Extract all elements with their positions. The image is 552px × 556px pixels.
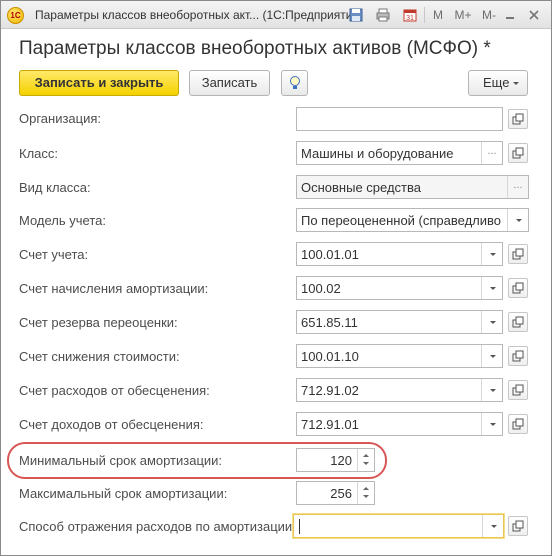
spinner-icon[interactable] — [357, 449, 374, 471]
class-value: Машины и оборудование — [301, 146, 454, 161]
max-useful-life-value: 256 — [330, 486, 352, 501]
impairment-account-label: Счет снижения стоимости: — [19, 349, 180, 364]
impairment-expense-account-field[interactable]: 712.91.02 — [296, 378, 503, 402]
min-useful-life-label: Минимальный срок амортизации: — [19, 453, 223, 468]
open-impairment-account-button[interactable] — [508, 346, 528, 366]
select-ellipsis-icon[interactable]: ... — [481, 142, 502, 164]
select-ellipsis-icon: ... — [507, 176, 528, 198]
memory-button[interactable]: M — [431, 5, 445, 25]
account-value: 100.01.01 — [301, 247, 359, 262]
form-window: 1C Параметры классов внеоборотных акт...… — [0, 0, 552, 556]
chevron-down-icon[interactable] — [481, 311, 502, 333]
chevron-down-icon — [513, 82, 519, 85]
chevron-down-icon[interactable] — [481, 243, 502, 265]
depreciation-account-label: Счет начисления амортизации: — [19, 281, 209, 296]
save-and-close-button[interactable]: Записать и закрыть — [19, 70, 179, 96]
hint-button[interactable] — [281, 70, 308, 96]
depreciation-account-field[interactable]: 100.02 — [296, 276, 503, 300]
open-revaluation-reserve-account-button[interactable] — [508, 312, 528, 332]
account-label: Счет учета: — [19, 247, 89, 262]
open-icon — [512, 350, 524, 362]
window-title: Параметры классов внеоборотных акт... (1… — [35, 8, 364, 22]
close-button[interactable] — [525, 5, 543, 25]
impairment-expense-account-value: 712.91.02 — [301, 383, 359, 398]
class-field[interactable]: Машины и оборудование ... — [296, 141, 503, 165]
calendar-icon[interactable]: 31 — [401, 5, 419, 25]
depreciation-expense-method-field[interactable] — [293, 514, 504, 538]
class-label: Класс: — [19, 146, 58, 161]
open-class-button[interactable] — [508, 143, 528, 163]
chevron-down-icon[interactable] — [507, 209, 528, 231]
revaluation-reserve-account-label: Счет резерва переоценки: — [19, 315, 178, 330]
impairment-expense-account-label: Счет расходов от обесценения: — [19, 383, 210, 398]
open-icon — [512, 113, 524, 125]
save-icon[interactable] — [347, 5, 365, 25]
open-icon — [512, 147, 524, 159]
chevron-down-icon[interactable] — [481, 277, 502, 299]
revaluation-reserve-account-field[interactable]: 651.85.11 — [296, 310, 503, 334]
svg-text:31: 31 — [406, 15, 414, 22]
accounting-model-label: Модель учета: — [19, 213, 106, 228]
class-kind-label: Вид класса: — [19, 180, 91, 195]
chevron-down-icon[interactable] — [481, 379, 502, 401]
impairment-income-account-value: 712.91.01 — [301, 417, 359, 432]
chevron-down-icon[interactable] — [481, 413, 502, 435]
max-useful-life-input[interactable]: 256 — [296, 481, 375, 505]
max-useful-life-label: Максимальный срок амортизации: — [19, 486, 228, 501]
accounting-model-value: По переоцененной (справедливой — [301, 213, 501, 228]
title-bar: 1C Параметры классов внеоборотных акт...… — [1, 1, 551, 29]
chevron-down-icon[interactable] — [481, 345, 502, 367]
depreciation-expense-method-label: Способ отражения расходов по амортизации… — [19, 519, 296, 534]
text-cursor — [299, 519, 300, 534]
1c-logo-icon: 1C — [7, 7, 24, 24]
open-impairment-income-account-button[interactable] — [508, 414, 528, 434]
print-icon[interactable] — [374, 5, 392, 25]
class-kind-value: Основные средства — [301, 180, 421, 195]
open-depreciation-account-button[interactable] — [508, 278, 528, 298]
spinner-icon[interactable] — [357, 482, 374, 504]
open-depreciation-expense-method-button[interactable] — [508, 516, 528, 536]
chevron-down-icon[interactable] — [482, 515, 503, 537]
open-organization-button[interactable] — [508, 109, 528, 129]
revaluation-reserve-account-value: 651.85.11 — [301, 315, 358, 330]
open-icon — [512, 384, 524, 396]
form-title: Параметры классов внеоборотных активов (… — [19, 38, 491, 59]
minimize-button[interactable] — [503, 5, 517, 25]
memory-plus-button[interactable]: M+ — [452, 5, 474, 25]
impairment-income-account-field[interactable]: 712.91.01 — [296, 412, 503, 436]
impairment-income-account-label: Счет доходов от обесценения: — [19, 417, 204, 432]
organization-label: Организация: — [19, 111, 102, 126]
class-kind-field: Основные средства ... — [296, 175, 529, 199]
memory-minus-button[interactable]: M- — [479, 5, 499, 25]
open-icon — [512, 520, 524, 532]
open-icon — [512, 418, 524, 430]
min-useful-life-input[interactable]: 120 — [296, 448, 375, 472]
depreciation-account-value: 100.02 — [301, 281, 341, 296]
save-button[interactable]: Записать — [189, 70, 270, 96]
impairment-account-field[interactable]: 100.01.10 — [296, 344, 503, 368]
open-account-button[interactable] — [508, 244, 528, 264]
more-button[interactable]: Еще — [468, 70, 528, 96]
open-icon — [512, 316, 524, 328]
impairment-account-value: 100.01.10 — [301, 349, 359, 364]
lightbulb-icon — [289, 76, 300, 89]
account-field[interactable]: 100.01.01 — [296, 242, 503, 266]
min-useful-life-value: 120 — [330, 453, 352, 468]
open-icon — [512, 248, 524, 260]
accounting-model-select[interactable]: По переоцененной (справедливой — [296, 208, 529, 232]
organization-field[interactable] — [296, 107, 503, 131]
more-button-label: Еще — [483, 75, 510, 90]
open-impairment-expense-account-button[interactable] — [508, 380, 528, 400]
open-icon — [512, 282, 524, 294]
